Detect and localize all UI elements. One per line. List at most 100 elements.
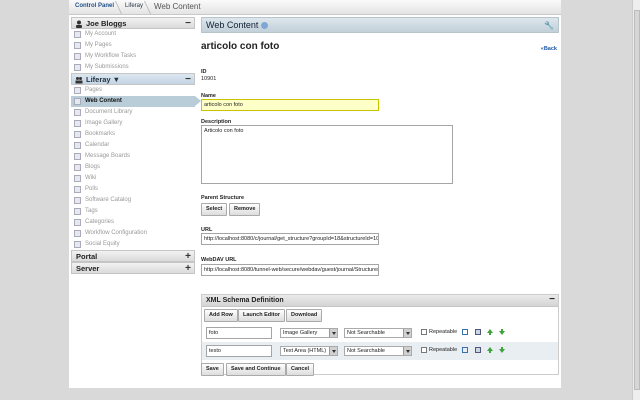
repeatable-checkbox[interactable] (421, 329, 427, 335)
sidebar-item-my-submissions[interactable]: My Submissions (71, 62, 195, 73)
document-library-icon (74, 109, 81, 116)
workflow-icon (74, 53, 81, 60)
cancel-button[interactable]: Cancel (286, 363, 315, 376)
webdav-url-label: WebDAV URL (201, 257, 237, 263)
sidebar-item-blogs[interactable]: Blogs (71, 162, 195, 173)
sidebar-item-image-gallery[interactable]: Image Gallery (71, 118, 195, 129)
workflow-configuration-icon (74, 230, 81, 237)
schema-row: foto Image Gallery Not Searchable Repeat… (202, 324, 558, 342)
site-panel-title[interactable]: Liferay ▼ (86, 75, 120, 84)
parent-structure-label: Parent Structure (201, 195, 245, 201)
id-label: ID (201, 69, 207, 75)
edit-icon[interactable] (462, 329, 468, 335)
move-down-icon[interactable] (499, 329, 505, 335)
bookmarks-icon (74, 131, 81, 138)
portal-panel-title: Portal (76, 252, 98, 261)
categories-icon (74, 219, 81, 226)
field-searchable-select[interactable]: Not Searchable (344, 328, 412, 338)
repeatable-label: Repeatable (429, 329, 458, 335)
sidebar-item-my-pages[interactable]: My Pages (71, 40, 195, 51)
field-type-select[interactable]: Image Gallery (280, 328, 338, 338)
schema-row: testo Text Area (HTML) Not Searchable Re… (202, 342, 558, 360)
sidebar-item-polls[interactable]: Polls (71, 184, 195, 195)
edit-icon[interactable] (462, 347, 468, 353)
name-field[interactable]: articolo con foto (201, 99, 379, 111)
field-name-input[interactable]: foto (206, 327, 272, 339)
vertical-scrollbar[interactable] (632, 0, 640, 400)
collapse-icon[interactable]: − (185, 18, 191, 29)
move-up-icon[interactable] (487, 329, 493, 335)
sidebar-item-my-workflow-tasks[interactable]: My Workflow Tasks (71, 51, 195, 62)
breadcrumb-control-panel[interactable]: Control Panel (75, 3, 114, 9)
wrench-icon[interactable]: 🔧 (544, 19, 554, 33)
sidebar-item-software-catalog[interactable]: Software Catalog (71, 195, 195, 206)
sidebar-item-wiki[interactable]: Wiki (71, 173, 195, 184)
pages-icon (74, 87, 81, 94)
add-row-button[interactable]: Add Row (204, 309, 238, 322)
software-catalog-icon (74, 197, 81, 204)
expand-icon[interactable]: + (185, 263, 191, 274)
field-type-select[interactable]: Text Area (HTML) (280, 346, 338, 356)
image-gallery-icon (74, 120, 81, 127)
community-icon (75, 77, 83, 84)
url-field[interactable]: http://localhost:8080/c/journal/get_stru… (201, 233, 379, 245)
content-header-title: Web Content (206, 20, 259, 30)
sidebar-item-social-equity[interactable]: Social Equity (71, 239, 195, 250)
page: Control Panel Liferay Web Content Joe Bl… (69, 0, 561, 388)
portal-panel-header[interactable]: Portal + (71, 250, 195, 262)
sidebar-item-my-account[interactable]: My Account (71, 29, 195, 40)
select-button[interactable]: Select (201, 203, 228, 216)
sidebar-item-document-library[interactable]: Document Library (71, 107, 195, 118)
description-field[interactable]: Articolo con foto (201, 125, 453, 184)
id-value: 10901 (201, 76, 217, 82)
delete-icon[interactable] (475, 329, 481, 335)
xml-schema-header[interactable]: XML Schema Definition − (202, 294, 558, 307)
web-content-icon (74, 98, 81, 105)
collapse-icon[interactable]: − (549, 294, 555, 305)
sidebar-item-categories[interactable]: Categories (71, 217, 195, 228)
account-icon (74, 31, 81, 38)
dropdown-arrow-icon (329, 347, 337, 355)
field-name-input[interactable]: testo (206, 345, 272, 357)
delete-icon[interactable] (475, 347, 481, 353)
remove-button[interactable]: Remove (229, 203, 261, 216)
sidebar-item-bookmarks[interactable]: Bookmarks (71, 129, 195, 140)
field-searchable-select[interactable]: Not Searchable (344, 346, 412, 356)
sidebar-item-pages[interactable]: Pages (71, 85, 195, 96)
scrollbar-thumb[interactable] (634, 10, 640, 390)
submissions-icon (74, 64, 81, 71)
dropdown-arrow-icon (329, 329, 337, 337)
breadcrumb: Control Panel Liferay Web Content (69, 0, 561, 15)
user-icon (76, 20, 82, 28)
move-down-icon[interactable] (499, 347, 505, 353)
tags-icon (74, 208, 81, 215)
launch-editor-button[interactable]: Launch Editor (238, 309, 285, 322)
wiki-icon (74, 175, 81, 182)
expand-icon[interactable]: + (185, 251, 191, 262)
save-button[interactable]: Save (201, 363, 224, 376)
move-up-icon[interactable] (487, 347, 493, 353)
site-panel-header[interactable]: Liferay ▼ − (71, 73, 195, 85)
sidebar-item-calendar[interactable]: Calendar (71, 140, 195, 151)
breadcrumb-web-content: Web Content (154, 2, 201, 11)
help-icon[interactable] (261, 22, 269, 30)
message-boards-icon (74, 153, 81, 160)
collapse-icon[interactable]: − (185, 74, 191, 85)
back-link[interactable]: «Back (541, 46, 557, 52)
repeatable-checkbox[interactable] (421, 347, 427, 353)
download-button[interactable]: Download (286, 309, 323, 322)
sidebar-item-tags[interactable]: Tags (71, 206, 195, 217)
server-panel-title: Server (76, 264, 100, 273)
sidebar-item-message-boards[interactable]: Message Boards (71, 151, 195, 162)
sidebar-item-web-content[interactable]: Web Content (71, 96, 201, 107)
content-area: Web Content 🔧 articolo con foto «Back ID… (201, 17, 559, 376)
xml-schema-title: XML Schema Definition (206, 297, 284, 304)
save-and-continue-button[interactable]: Save and Continue (226, 363, 286, 376)
sidebar-item-workflow-configuration[interactable]: Workflow Configuration (71, 228, 195, 239)
repeatable-label: Repeatable (429, 347, 458, 353)
pages-icon (74, 42, 81, 49)
user-panel-header[interactable]: Joe Bloggs − (71, 17, 195, 29)
webdav-url-field[interactable]: http://localhost:8080/tunnel-web/secure/… (201, 264, 379, 276)
server-panel-header[interactable]: Server + (71, 262, 195, 274)
calendar-icon (74, 142, 81, 149)
